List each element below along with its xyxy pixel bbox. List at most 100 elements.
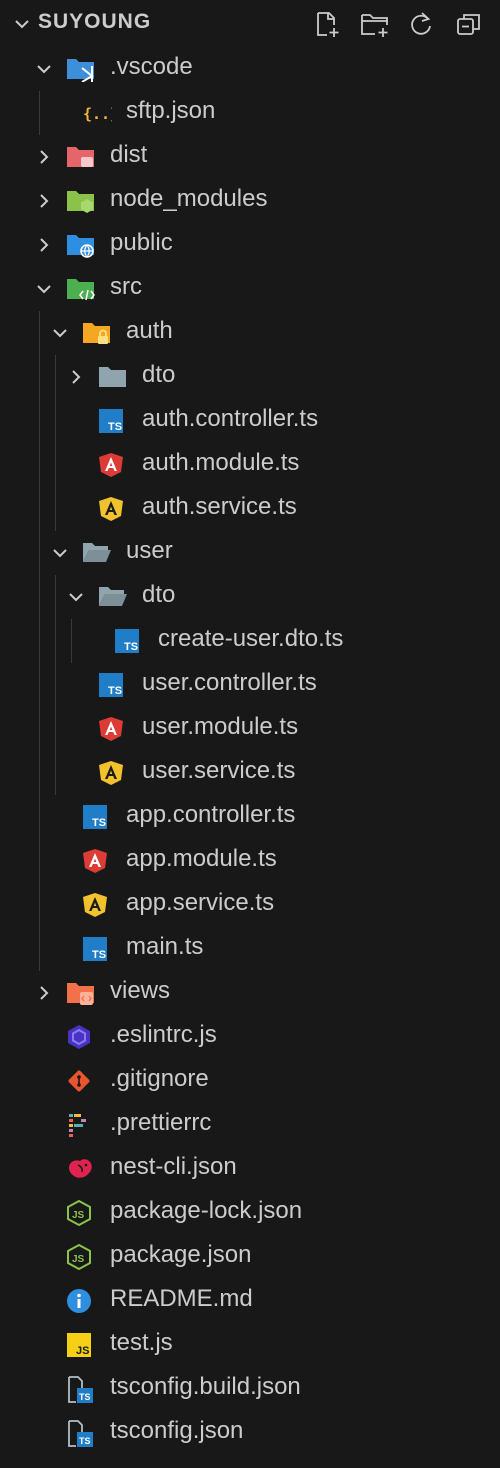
tree-file-row[interactable]: .eslintrc.js — [0, 1015, 500, 1059]
angular-service-icon — [98, 760, 126, 786]
tree-folder-row[interactable]: user — [0, 531, 500, 575]
tree-folder-row[interactable]: dto — [0, 575, 500, 619]
svg-text:TS: TS — [124, 641, 138, 653]
tree-file-row[interactable]: TS user.controller.ts — [0, 663, 500, 707]
tree-folder-row[interactable]: node_modules — [0, 179, 500, 223]
new-folder-icon — [361, 14, 388, 37]
folder-open-icon — [98, 584, 127, 610]
tree-file-row[interactable]: user.module.ts — [0, 707, 500, 751]
svg-text:JS: JS — [72, 1254, 85, 1265]
chevron-right-icon[interactable] — [34, 191, 54, 211]
tree-file-row[interactable]: TS tsconfig.build.json — [0, 1367, 500, 1411]
refresh-icon — [411, 12, 431, 35]
indent-guide — [71, 619, 72, 663]
tree-item-label: package-lock.json — [110, 1197, 303, 1224]
vscode-folder-icon — [66, 56, 94, 82]
angular-module-icon — [98, 452, 126, 478]
info-icon — [66, 1288, 94, 1314]
tree-file-row[interactable]: user.service.ts — [0, 751, 500, 795]
tree-folder-row[interactable]: .vscode — [0, 47, 500, 91]
tree-item-label: public — [110, 229, 173, 256]
chevron-down-icon[interactable] — [50, 543, 70, 563]
tree-item-label: app.controller.ts — [126, 801, 296, 828]
tree-item-label: dto — [142, 581, 176, 608]
tree-file-row[interactable]: README.md — [0, 1279, 500, 1323]
tree-file-row[interactable]: nest-cli.json — [0, 1147, 500, 1191]
angular-module-icon — [98, 716, 126, 742]
dist-folder-icon — [66, 144, 94, 170]
tree-item-label: .prettierrc — [110, 1109, 212, 1136]
tree-file-row[interactable]: JS package.json — [0, 1235, 500, 1279]
indent-guide — [55, 575, 56, 795]
tree-item-label: auth.controller.ts — [142, 405, 319, 432]
tree-folder-row[interactable]: dist — [0, 135, 500, 179]
chevron-down-icon[interactable] — [34, 279, 54, 299]
tree-item-label: main.ts — [126, 933, 204, 960]
refresh-button[interactable] — [406, 9, 436, 39]
tree-item-label: test.js — [110, 1329, 173, 1356]
svg-text:JS: JS — [76, 1345, 89, 1357]
node-folder-icon — [66, 188, 94, 214]
auth-folder-icon — [82, 320, 110, 346]
tree-file-row[interactable]: .gitignore — [0, 1059, 500, 1103]
angular-service-icon — [82, 892, 110, 918]
tree-item-label: auth.service.ts — [142, 493, 297, 520]
tree-file-row[interactable]: JS package-lock.json — [0, 1191, 500, 1235]
tree-item-label: .eslintrc.js — [110, 1021, 217, 1048]
tree-file-row[interactable]: TS tsconfig.json — [0, 1411, 500, 1455]
tree-item-label: .gitignore — [110, 1065, 209, 1092]
indent-guide — [39, 91, 40, 135]
typescript-icon: TS — [98, 672, 126, 698]
tree-folder-row[interactable]: views — [0, 971, 500, 1015]
tree-file-row[interactable]: auth.module.ts — [0, 443, 500, 487]
chevron-down-icon[interactable] — [34, 59, 54, 79]
tree-file-row[interactable]: {..} sftp.json — [0, 91, 500, 135]
explorer-title[interactable]: SUYOUNG — [38, 10, 151, 34]
src-folder-icon — [66, 276, 95, 302]
tree-file-row[interactable]: JS test.js — [0, 1323, 500, 1367]
tree-file-row[interactable]: auth.service.ts — [0, 487, 500, 531]
chevron-down-icon[interactable] — [12, 14, 32, 34]
views-folder-icon — [66, 980, 94, 1006]
tree-folder-row[interactable]: auth — [0, 311, 500, 355]
chevron-right-icon[interactable] — [34, 983, 54, 1003]
tsconfig-icon: TS — [66, 1420, 94, 1447]
tree-folder-row[interactable]: src — [0, 267, 500, 311]
svg-text:TS: TS — [108, 421, 122, 433]
tree-file-row[interactable]: TS create-user.dto.ts — [0, 619, 500, 663]
tree-file-row[interactable]: app.module.ts — [0, 839, 500, 883]
tree-item-label: node_modules — [110, 185, 268, 212]
git-icon — [66, 1068, 94, 1094]
json-braces-icon: {..} — [82, 100, 112, 126]
tree-item-label: src — [110, 273, 142, 300]
chevron-right-icon[interactable] — [66, 367, 86, 387]
tree-file-row[interactable]: .prettierrc — [0, 1103, 500, 1147]
collapse-all-button[interactable] — [454, 9, 484, 39]
javascript-icon: JS — [66, 1332, 94, 1358]
tree-file-row[interactable]: TS auth.controller.ts — [0, 399, 500, 443]
svg-text:JS: JS — [72, 1210, 85, 1221]
tree-file-row[interactable]: TS app.controller.ts — [0, 795, 500, 839]
svg-text:TS: TS — [79, 1392, 91, 1402]
tree-item-label: views — [110, 977, 171, 1004]
svg-text:TS: TS — [108, 685, 122, 697]
tree-folder-row[interactable]: public — [0, 223, 500, 267]
svg-text:{..}: {..} — [83, 105, 112, 123]
tsconfig-icon: TS — [66, 1376, 94, 1403]
chevron-right-icon[interactable] — [34, 235, 54, 255]
typescript-icon: TS — [114, 628, 142, 654]
folder-open-icon — [82, 540, 111, 566]
chevron-down-icon[interactable] — [66, 587, 86, 607]
svg-text:TS: TS — [79, 1436, 91, 1446]
tree-item-label: package.json — [110, 1241, 252, 1268]
tree-folder-row[interactable]: dto — [0, 355, 500, 399]
indent-guide — [55, 355, 56, 531]
chevron-right-icon[interactable] — [34, 147, 54, 167]
new-folder-button[interactable] — [360, 9, 390, 39]
tree-file-row[interactable]: TS main.ts — [0, 927, 500, 971]
new-file-button[interactable] — [312, 9, 342, 39]
tree-file-row[interactable]: app.service.ts — [0, 883, 500, 927]
chevron-down-icon[interactable] — [50, 323, 70, 343]
tree-item-label: user.module.ts — [142, 713, 299, 740]
tree-item-label: tsconfig.json — [110, 1417, 244, 1444]
